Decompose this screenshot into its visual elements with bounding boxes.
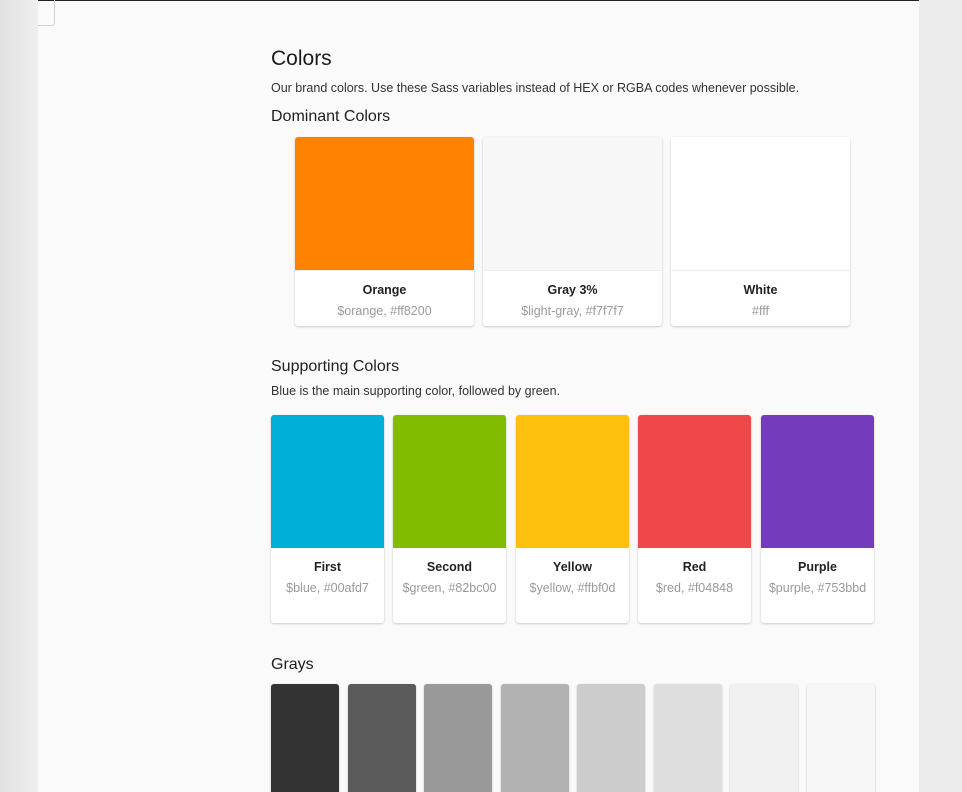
page-title: Colors bbox=[271, 47, 332, 70]
corner-tab[interactable] bbox=[38, 0, 55, 26]
gray-swatch bbox=[807, 684, 875, 792]
color-variable: $blue, #00afd7 bbox=[286, 581, 369, 595]
color-swatch bbox=[671, 137, 850, 270]
grays-heading: Grays bbox=[271, 656, 314, 673]
docs-page: Colors Our brand colors. Use these Sass … bbox=[38, 0, 919, 792]
color-variable: $red, #f04848 bbox=[655, 581, 734, 595]
color-name: Orange bbox=[362, 283, 407, 297]
color-name: White bbox=[743, 283, 778, 297]
color-card-yellow: Yellow $yellow, #ffbf0d bbox=[516, 415, 629, 623]
top-rule bbox=[38, 0, 919, 1]
left-shade bbox=[0, 0, 38, 792]
color-name: Gray 3% bbox=[547, 283, 598, 297]
gray-swatch bbox=[348, 684, 416, 792]
color-card-second: Second $green, #82bc00 bbox=[393, 415, 506, 623]
gray-swatch bbox=[424, 684, 492, 792]
color-card-purple: Purple $purple, #753bbd bbox=[761, 415, 874, 623]
color-card-red: Red $red, #f04848 bbox=[638, 415, 751, 623]
color-card-orange: Orange $orange, #ff8200 bbox=[295, 137, 474, 326]
color-swatch bbox=[516, 415, 629, 548]
color-card-first: First $blue, #00afd7 bbox=[271, 415, 384, 623]
color-card-white: White #fff bbox=[671, 137, 850, 326]
color-swatch bbox=[271, 415, 384, 548]
color-swatch bbox=[638, 415, 751, 548]
color-swatch bbox=[393, 415, 506, 548]
gray-swatch bbox=[501, 684, 569, 792]
gray-swatch bbox=[577, 684, 645, 792]
divider bbox=[483, 270, 662, 271]
color-name: Red bbox=[682, 560, 707, 574]
color-name: Purple bbox=[798, 560, 837, 574]
color-variable: $purple, #753bbd bbox=[768, 581, 867, 595]
color-swatch bbox=[295, 137, 474, 270]
color-name: Yellow bbox=[553, 560, 592, 574]
supporting-heading: Supporting Colors bbox=[271, 358, 400, 375]
color-variable: $orange, #ff8200 bbox=[337, 304, 432, 318]
color-variable: $green, #82bc00 bbox=[402, 581, 497, 595]
color-variable: #fff bbox=[752, 304, 769, 318]
right-gutter bbox=[919, 0, 962, 792]
color-variable: $light-gray, #f7f7f7 bbox=[521, 304, 624, 318]
dominant-heading: Dominant Colors bbox=[271, 108, 391, 125]
color-name: Second bbox=[426, 560, 473, 574]
color-swatch bbox=[761, 415, 874, 548]
color-swatch bbox=[483, 137, 662, 270]
color-card-gray-3: Gray 3% $light-gray, #f7f7f7 bbox=[483, 137, 662, 326]
gray-swatch bbox=[730, 684, 798, 792]
gray-swatch bbox=[271, 684, 339, 792]
color-name: First bbox=[313, 560, 342, 574]
supporting-description: Blue is the main supporting color, follo… bbox=[271, 384, 561, 398]
gray-swatch bbox=[654, 684, 722, 792]
page-intro: Our brand colors. Use these Sass variabl… bbox=[271, 81, 800, 95]
divider bbox=[295, 270, 474, 271]
color-variable: $yellow, #ffbf0d bbox=[529, 581, 616, 595]
divider bbox=[671, 270, 850, 271]
